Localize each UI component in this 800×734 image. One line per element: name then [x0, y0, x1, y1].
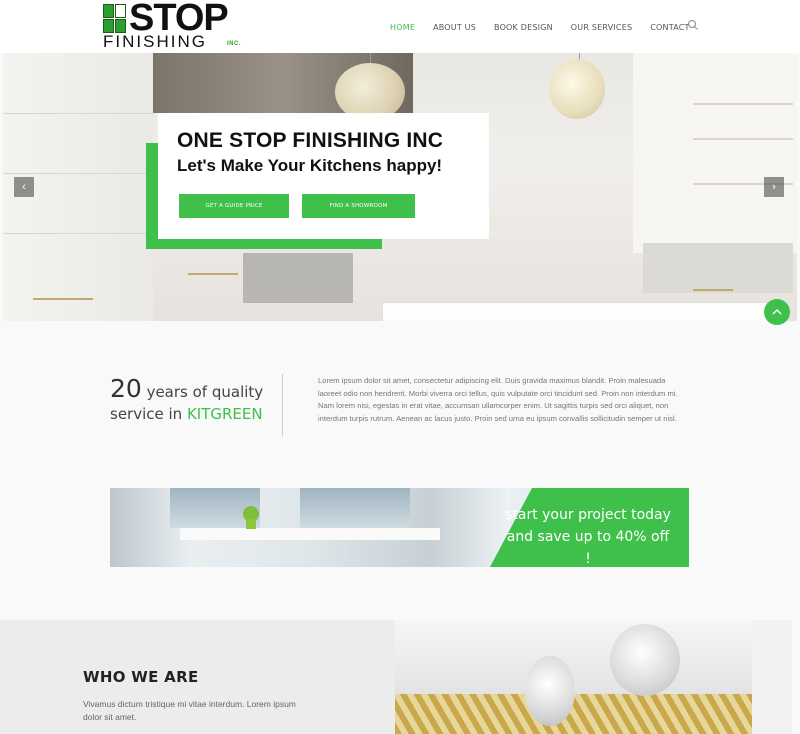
chandelier-icon [610, 624, 680, 696]
hero-title: ONE STOP FINISHING INC [177, 129, 444, 152]
hero-photo-range [243, 253, 353, 303]
quality-line-1-text: years of quality [141, 383, 264, 401]
nav-item-book-design[interactable]: BOOK DESIGN [494, 23, 553, 32]
quality-line-2: service in KITGREEN [110, 405, 263, 423]
who-photo-tile-pattern [395, 694, 792, 734]
nav-item-about-us[interactable]: ABOUT US [433, 23, 476, 32]
site-header: STOP FINISHING INC. HOME ABOUT US BOOK D… [0, 0, 800, 53]
logo-word-finishing: FINISHING [103, 32, 207, 51]
quality-paragraph: Lorem ipsum dolor sit amet, consectetur … [318, 376, 678, 423]
who-we-are-text: Vivamus dictum tristique mi vitae interd… [83, 699, 296, 722]
quality-heading: 20 years of quality service in KITGREEN [110, 374, 263, 423]
promo-line-1: start your project today [505, 507, 671, 523]
promo-text: start your project today and save up to … [503, 504, 673, 567]
hero-subtitle: Let's Make Your Kitchens happy! [177, 156, 443, 175]
who-we-are-section: WHO WE ARE Vivamus dictum tristique mi v… [0, 620, 395, 734]
search-icon[interactable] [687, 18, 699, 30]
logo-word-inc: INC. [227, 41, 241, 47]
get-guide-price-button[interactable]: GET A GUIDE PRICE [179, 194, 289, 218]
promo-photo-table [180, 528, 440, 540]
chandelier-icon [549, 59, 605, 119]
chandelier-icon [525, 656, 575, 726]
hero-photo-backsplash [643, 243, 793, 293]
quality-line-1: 20 years of quality [110, 374, 263, 403]
hero-photo-right-wall [633, 53, 797, 253]
hero-card: ONE STOP FINISHING INC Let's Make Your K… [158, 113, 489, 239]
nav-item-home[interactable]: HOME [390, 23, 415, 32]
quality-divider [282, 374, 283, 436]
years-number: 20 [110, 374, 142, 403]
promo-line-2: and save up to 40% off ! [506, 529, 670, 567]
slider-next-button[interactable]: › [764, 177, 784, 197]
quality-brand-name: KITGREEN [186, 405, 263, 423]
quality-line-2-prefix: service in [110, 405, 187, 423]
chevron-up-icon [772, 309, 782, 315]
main-nav: HOME ABOUT US BOOK DESIGN OUR SERVICES C… [390, 20, 708, 34]
who-we-are-title: WHO WE ARE [83, 668, 199, 686]
site-logo[interactable]: STOP FINISHING INC. [103, 0, 253, 52]
scroll-to-top-button[interactable] [764, 299, 790, 325]
nav-item-contact[interactable]: CONTACT [650, 23, 689, 32]
hero-photo-island [383, 303, 783, 321]
nav-item-our-services[interactable]: OUR SERVICES [571, 23, 632, 32]
promo-banner[interactable]: start your project today and save up to … [110, 488, 689, 567]
who-we-are-photo [395, 620, 792, 734]
find-showroom-button[interactable]: FIND A SHOWROOM [302, 194, 415, 218]
slider-prev-button[interactable]: ‹ [14, 177, 34, 197]
